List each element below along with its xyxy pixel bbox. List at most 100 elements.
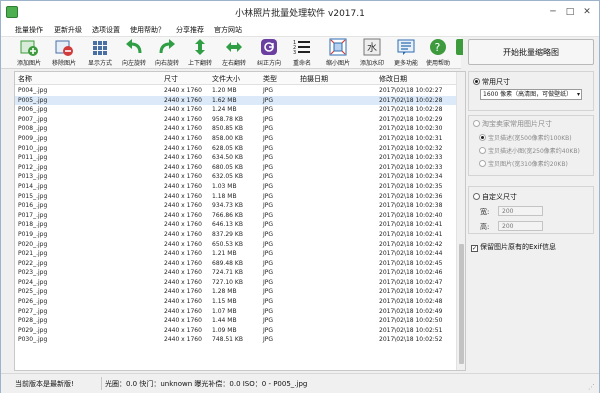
- cell-dimensions: 2440 x 1760: [164, 144, 202, 152]
- table-row[interactable]: P005_.jpg 2440 x 1760 1.62 MB JPG 2017\02\18…: [15, 95, 457, 106]
- table-row[interactable]: P018_.jpg 2440 x 1760 646.13 KB JPG 2017\02\…: [15, 220, 457, 230]
- table-row[interactable]: P016_.jpg 2440 x 1760 934.73 KB JPG 2017\02\…: [15, 201, 457, 211]
- cell-dimensions: 2440 x 1760: [164, 259, 202, 267]
- radio-checked-icon: [479, 134, 486, 141]
- minimize-button[interactable]: ─: [544, 5, 562, 19]
- title-bar[interactable]: 小林照片批量处理软件 v2017.1 ─ □ ✕: [1, 1, 599, 23]
- radio-unchecked-icon: [479, 147, 486, 154]
- table-row[interactable]: P009_.jpg 2440 x 1760 858.00 KB JPG 2017\02\…: [15, 134, 457, 144]
- menu-help[interactable]: 使用帮助？: [130, 25, 165, 35]
- radio-checked-icon: [473, 78, 480, 85]
- taobao-size-group: 淘宝卖家常用图片尺寸 宝贝描述(宽500像素约100KB) 宝贝描述小图(宽25…: [468, 115, 594, 176]
- cell-type: JPG: [263, 211, 274, 219]
- cell-name: P030_.jpg: [18, 336, 48, 344]
- table-row[interactable]: P010_.jpg 2440 x 1760 628.05 KB JPG 2017\02\…: [15, 144, 457, 154]
- cell-modified-date: 2017\02\18 10:02:47: [379, 278, 443, 286]
- resize-grip-icon[interactable]: ⋰: [588, 383, 596, 391]
- flip-horizontal-button[interactable]: 左右翻转: [222, 38, 246, 68]
- rotate-right-button[interactable]: 向右旋转: [155, 38, 179, 68]
- add-image-button[interactable]: 添加图片: [17, 38, 41, 68]
- table-row[interactable]: P015_.jpg 2440 x 1760 1.18 MB JPG 2017\02\18…: [15, 192, 457, 202]
- cell-name: P029_.jpg: [18, 326, 48, 334]
- cell-file-size: 1.09 MB: [212, 326, 237, 334]
- shrink-image-button[interactable]: 缩小图片: [326, 38, 350, 68]
- menu-share[interactable]: 分享推荐: [176, 25, 204, 35]
- taobao-option-desc-small[interactable]: 宝贝描述小图(宽250像素约40KB): [479, 146, 580, 155]
- menu-batch[interactable]: 批量操作: [15, 25, 43, 35]
- cell-file-size: 1.18 MB: [212, 192, 237, 200]
- column-name[interactable]: 名称: [18, 74, 32, 84]
- column-modified-date[interactable]: 修改日期: [379, 74, 407, 84]
- menu-update[interactable]: 更新升级: [54, 25, 82, 35]
- menu-website[interactable]: 官方网站: [214, 25, 242, 35]
- common-size-select[interactable]: 1600 像素（高清图，可做壁纸） ▾: [480, 89, 582, 100]
- rotate-left-button[interactable]: 向左旋转: [122, 38, 146, 68]
- common-size-radio[interactable]: 常用尺寸: [473, 77, 510, 87]
- cell-name: P015_.jpg: [18, 192, 48, 200]
- table-row[interactable]: P007_.jpg 2440 x 1760 958.78 KB JPG 2017\02\…: [15, 115, 457, 125]
- table-row[interactable]: P017_.jpg 2440 x 1760 766.86 KB JPG 2017\02\…: [15, 211, 457, 221]
- cell-type: JPG: [263, 192, 274, 200]
- table-row[interactable]: P023_.jpg 2440 x 1760 724.71 KB JPG 2017\02\…: [15, 268, 457, 278]
- more-features-button[interactable]: 更多功能: [394, 38, 418, 68]
- width-input[interactable]: 200: [498, 206, 543, 216]
- cell-file-size: 646.13 KB: [212, 221, 243, 229]
- help-button[interactable]: ? 使用帮助: [426, 38, 450, 68]
- flip-vertical-button[interactable]: 上下翻转: [188, 38, 212, 68]
- table-row[interactable]: P020_.jpg 2440 x 1760 650.53 KB JPG 2017\02\…: [15, 240, 457, 250]
- table-row[interactable]: P030_.jpg 2440 x 1760 748.51 KB JPG 2017\02\…: [15, 335, 457, 345]
- table-row[interactable]: P025_.jpg 2440 x 1760 1.28 MB JPG 2017\02\18…: [15, 287, 457, 297]
- taobao-size-radio[interactable]: 淘宝卖家常用图片尺寸: [473, 119, 552, 129]
- table-row[interactable]: P028_.jpg 2440 x 1760 1.44 MB JPG 2017\02\18…: [15, 316, 457, 326]
- close-button[interactable]: ✕: [578, 5, 596, 19]
- table-row[interactable]: P027_.jpg 2440 x 1760 1.07 MB JPG 2017\02\18…: [15, 307, 457, 317]
- column-type[interactable]: 类型: [263, 74, 277, 84]
- exit-button[interactable]: [455, 38, 463, 68]
- cell-type: JPG: [263, 298, 274, 306]
- remove-image-button[interactable]: 移除图片: [52, 38, 76, 68]
- cell-dimensions: 2440 x 1760: [164, 278, 202, 286]
- table-row[interactable]: P014_.jpg 2440 x 1760 1.03 MB JPG 2017\02\18…: [15, 182, 457, 192]
- height-input[interactable]: 200: [498, 221, 543, 231]
- table-row[interactable]: P022_.jpg 2440 x 1760 689.48 KB JPG 2017\02\…: [15, 259, 457, 269]
- keep-exif-checkbox[interactable]: ✓ 保留图片原有的Exif信息: [471, 242, 556, 252]
- table-row[interactable]: P024_.jpg 2440 x 1760 727.10 KB JPG 2017\02\…: [15, 278, 457, 288]
- rename-button[interactable]: 123 重命名: [290, 38, 314, 68]
- table-row[interactable]: P013_.jpg 2440 x 1760 632.05 KB JPG 2017\02\…: [15, 172, 457, 182]
- list-scrollbar[interactable]: [456, 72, 465, 370]
- table-row[interactable]: P026_.jpg 2440 x 1760 1.15 MB JPG 2017\02\18…: [15, 297, 457, 307]
- column-dimensions[interactable]: 尺寸: [164, 74, 178, 84]
- taobao-option-desc[interactable]: 宝贝描述(宽500像素约100KB): [479, 133, 572, 142]
- table-row[interactable]: P021_.jpg 2440 x 1760 1.21 MB JPG 2017\02\18…: [15, 249, 457, 259]
- cell-name: P006_.jpg: [18, 106, 48, 114]
- display-mode-button[interactable]: 显示方式: [88, 38, 112, 68]
- rotate-left-icon: [126, 39, 142, 54]
- cell-file-size: 634.50 KB: [212, 154, 243, 162]
- table-row[interactable]: P004_.jpg 2440 x 1760 1.20 MB JPG 2017\02\18…: [15, 86, 457, 96]
- add-watermark-button[interactable]: 水 添加水印: [360, 38, 384, 68]
- cell-dimensions: 2440 x 1760: [164, 182, 202, 190]
- scrollbar-thumb[interactable]: [459, 244, 464, 364]
- table-row[interactable]: P008_.jpg 2440 x 1760 850.85 KB JPG 2017\02\…: [15, 124, 457, 134]
- table-row[interactable]: P019_.jpg 2440 x 1760 837.29 KB JPG 2017\02\…: [15, 230, 457, 240]
- cell-name: P005_.jpg: [18, 96, 48, 104]
- cell-name: P017_.jpg: [18, 211, 48, 219]
- menu-options[interactable]: 选项设置: [92, 25, 120, 35]
- start-batch-thumbnail-button[interactable]: 开始批量缩略图: [468, 39, 594, 65]
- cell-type: JPG: [263, 307, 274, 315]
- table-row[interactable]: P029_.jpg 2440 x 1760 1.09 MB JPG 2017\02\18…: [15, 326, 457, 336]
- table-row[interactable]: P011_.jpg 2440 x 1760 634.50 KB JPG 2017\02\…: [15, 153, 457, 163]
- column-shot-date[interactable]: 拍摄日期: [300, 74, 328, 84]
- column-file-size[interactable]: 文件大小: [212, 74, 240, 84]
- maximize-button[interactable]: □: [561, 5, 579, 19]
- rename-icon: 123: [293, 40, 310, 56]
- cell-name: P012_.jpg: [18, 163, 48, 171]
- taobao-option-item-image[interactable]: 宝贝图片(宽310像素约20KB): [479, 159, 568, 168]
- table-row[interactable]: P012_.jpg 2440 x 1760 680.05 KB JPG 2017\02\…: [15, 163, 457, 173]
- cell-dimensions: 2440 x 1760: [164, 173, 202, 181]
- correct-orientation-button[interactable]: 纠正方向: [257, 38, 281, 68]
- custom-size-radio[interactable]: 自定义尺寸: [473, 192, 517, 202]
- table-row[interactable]: P006_.jpg 2440 x 1760 1.24 MB JPG 2017\02\18…: [15, 105, 457, 115]
- cell-modified-date: 2017\02\18 10:02:28: [379, 106, 443, 114]
- grid-view-icon: [93, 41, 107, 55]
